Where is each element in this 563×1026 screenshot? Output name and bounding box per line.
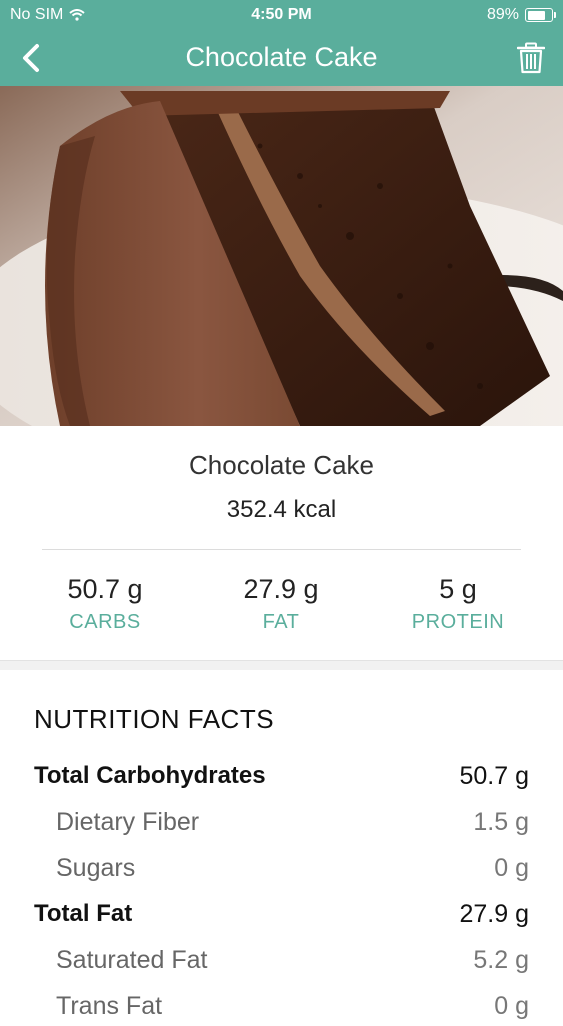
battery-fill [527, 10, 546, 20]
nutrition-row-sugars: Sugars 0 g [34, 848, 529, 888]
nutrient-amount: 0 g [494, 853, 529, 882]
nutrition-row-saturated-fat: Saturated Fat 5.2 g [34, 940, 529, 980]
nutrient-amount: 0 g [494, 991, 529, 1020]
trash-icon [517, 42, 545, 74]
nutrient-name: Saturated Fat [56, 945, 208, 974]
food-name: Chocolate Cake [189, 450, 374, 480]
chocolate-cake-image [0, 86, 563, 426]
food-summary: Chocolate Cake 352.4 kcal 50.7 g CARBS 2… [0, 426, 563, 662]
nutrient-name: Total Fat [34, 900, 133, 927]
nutrient-amount: 27.9 g [459, 899, 529, 928]
macro-carbs: 50.7 g CARBS [25, 574, 185, 634]
nutrition-row-total-carbs: Total Carbohydrates 50.7 g [34, 756, 529, 796]
nutrient-name: Dietary Fiber [56, 807, 200, 836]
calories: 352.4 kcal [226, 496, 337, 523]
nav-bar: Chocolate Cake [0, 30, 563, 86]
macro-protein-label: PROTEIN [411, 611, 505, 633]
clock: 4:50 PM [251, 6, 312, 23]
macro-carbs-label: CARBS [69, 611, 141, 633]
nutrient-name: Sugars [56, 853, 136, 882]
battery-percent: 89% [486, 6, 519, 23]
divider [42, 549, 521, 550]
nutrition-row-total-fat: Total Fat 27.9 g [34, 894, 529, 934]
nutrition-row-trans-fat: Trans Fat 0 g [34, 986, 529, 1026]
nutrient-amount: 50.7 g [459, 761, 529, 790]
section-separator [0, 660, 563, 670]
page-title: Chocolate Cake [185, 42, 378, 72]
macro-protein-value: 5 g [439, 574, 477, 604]
battery-icon [525, 8, 556, 22]
nutrient-name: Trans Fat [56, 991, 163, 1020]
nutrient-amount: 1.5 g [473, 807, 529, 836]
nutrition-facts-header: NUTRITION FACTS [34, 704, 275, 734]
macro-fat-value: 27.9 g [243, 574, 319, 604]
macro-protein: 5 g PROTEIN [378, 574, 538, 634]
macro-fat: 27.9 g FAT [201, 574, 361, 634]
macro-fat-label: FAT [262, 611, 300, 633]
macro-carbs-value: 50.7 g [67, 574, 143, 604]
nutrition-row-dietary-fiber: Dietary Fiber 1.5 g [34, 802, 529, 842]
food-photo [0, 86, 563, 426]
nutrition-facts: NUTRITION FACTS Total Carbohydrates 50.7… [0, 670, 563, 1020]
nutrient-name: Total Carbohydrates [34, 762, 266, 789]
battery-group: 89% [486, 6, 556, 24]
nutrient-amount: 5.2 g [473, 945, 529, 974]
status-bar: No SIM 4:50 PM 89% [0, 0, 563, 30]
delete-button[interactable] [513, 39, 549, 77]
